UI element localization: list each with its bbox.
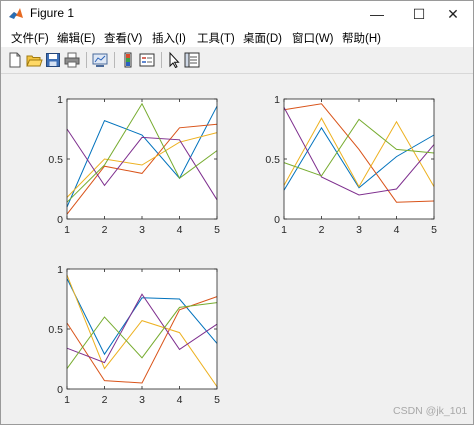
y-tick-label: 0.5 [48, 324, 63, 336]
subplot-1: 1 2 3 4 5 0 0.5 1 [48, 94, 220, 236]
pointer-icon[interactable] [165, 51, 183, 69]
save-icon[interactable] [44, 51, 62, 69]
menu-window[interactable]: 窗口(W) [292, 30, 334, 46]
maximize-icon: ☐ [412, 5, 426, 22]
x-tick-label: 4 [177, 394, 183, 406]
open-file-icon[interactable] [25, 51, 43, 69]
x-tick-label: 2 [102, 224, 108, 236]
x-tick-label: 4 [394, 224, 400, 236]
watermark: CSDN @jk_101 [393, 405, 468, 417]
y-tick-label: 0 [274, 214, 280, 226]
new-figure-icon[interactable] [6, 51, 24, 69]
insert-legend-icon[interactable] [138, 51, 156, 69]
link-plot-icon[interactable] [91, 51, 109, 69]
menu-bar: 文件(F) 编辑(E) 查看(V) 插入(I) 工具(T) 桌面(D) 窗口(W… [1, 27, 473, 47]
x-tick-label: 5 [214, 394, 220, 406]
y-tick-label: 1 [57, 94, 63, 106]
minimize-button[interactable]: — [357, 1, 397, 27]
menu-help[interactable]: 帮助(H) [342, 30, 381, 46]
figure-window: Figure 1 — ☐ ✕ 文件(F) 编辑(E) 查看(V) 插入(I) 工… [0, 0, 474, 425]
x-tick-label: 3 [139, 224, 145, 236]
y-tick-label: 1 [57, 264, 63, 276]
subplot-grid: 1 2 3 4 5 0 0.5 1 1 2 3 4 5 0 0.5 1 1 2 3 4 5 0 0.5 1 [48, 94, 437, 406]
toolbar-separator [86, 52, 87, 68]
menu-file[interactable]: 文件(F) [11, 30, 49, 46]
print-icon[interactable] [63, 51, 81, 69]
insert-colorbar-icon[interactable] [119, 51, 137, 69]
menu-desktop[interactable]: 桌面(D) [243, 30, 282, 46]
x-tick-label: 1 [64, 224, 70, 236]
x-tick-label: 5 [214, 224, 220, 236]
toolbar-separator [114, 52, 115, 68]
subplot-3: 1 2 3 4 5 0 0.5 1 [48, 264, 220, 406]
x-tick-label: 2 [102, 394, 108, 406]
close-icon: ✕ [447, 5, 459, 22]
y-tick-label: 0 [57, 384, 63, 396]
menu-tools[interactable]: 工具(T) [197, 30, 235, 46]
window-title: Figure 1 [30, 6, 75, 20]
toolbar [1, 47, 473, 74]
x-tick-label: 4 [177, 224, 183, 236]
menu-view[interactable]: 查看(V) [104, 30, 142, 46]
menu-edit[interactable]: 编辑(E) [57, 30, 95, 46]
figure-canvas: 1 2 3 4 5 0 0.5 1 1 2 3 4 5 0 0.5 1 1 2 3 4 5 0 0.5 1 [1, 74, 473, 424]
matlab-logo-icon [9, 8, 23, 19]
axes-background [284, 99, 434, 219]
property-inspector-icon[interactable] [183, 51, 201, 69]
x-tick-label: 3 [356, 224, 362, 236]
menu-insert[interactable]: 插入(I) [152, 30, 186, 46]
y-tick-label: 0.5 [48, 154, 63, 166]
toolbar-separator [161, 52, 162, 68]
y-tick-label: 0.5 [265, 154, 280, 166]
minimize-icon: — [370, 6, 384, 22]
axes-background [67, 269, 217, 389]
x-tick-label: 3 [139, 394, 145, 406]
axes-background [67, 99, 217, 219]
subplot-2: 1 2 3 4 5 0 0.5 1 [265, 94, 437, 236]
y-tick-label: 0 [57, 214, 63, 226]
close-button[interactable]: ✕ [433, 1, 473, 27]
x-tick-label: 5 [431, 224, 437, 236]
x-tick-label: 1 [281, 224, 287, 236]
y-tick-label: 1 [274, 94, 280, 106]
x-tick-label: 2 [319, 224, 325, 236]
x-tick-label: 1 [64, 394, 70, 406]
title-bar[interactable]: Figure 1 — ☐ ✕ [1, 1, 473, 27]
